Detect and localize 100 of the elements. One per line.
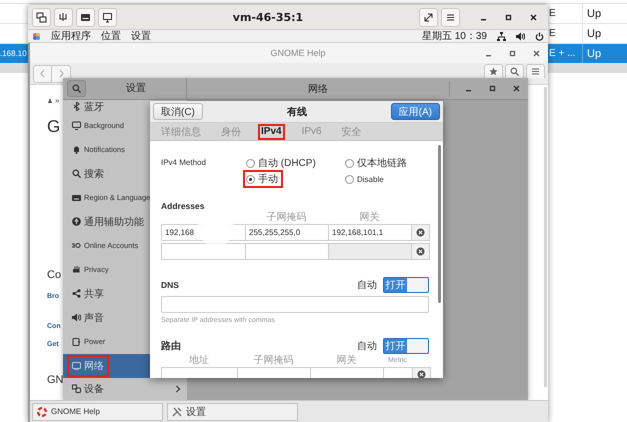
heading: G [47,117,60,137]
window-title: vm-46-35:1 [232,10,304,24]
radio-option[interactable]: 自动 (DHCP) [245,156,319,170]
switch-label: 自动 [357,340,377,353]
input-field[interactable] [237,367,310,378]
table-cell[interactable]: E + ... [548,44,582,63]
input-field[interactable] [161,367,237,378]
search-icon [72,84,81,93]
radio-option[interactable]: 手动 [245,172,281,186]
cancel-button[interactable]: 取消(C) [153,103,203,120]
table-cell[interactable]: Up [582,24,627,43]
back-icon [39,69,46,78]
table-cell[interactable]: E [548,24,582,43]
maximize-icon [504,14,512,20]
delete-button[interactable] [411,224,430,241]
menu-item[interactable]: 位置 [101,29,121,43]
section-label: DNS [161,280,179,290]
speaker-icon [516,32,525,40]
search-icon [72,169,81,178]
toggle-switch[interactable]: 打开 [383,277,429,293]
input-field[interactable]: 255,255,255,0 [245,224,328,241]
bookmark-button[interactable] [484,64,503,78]
column-header: 网关 [336,355,358,367]
monitor-icon [102,12,113,22]
highlight-frame: 设备 [67,378,109,400]
fullscreen-button[interactable] [419,8,438,26]
menu-icon [445,12,456,22]
heading: Co [47,268,62,282]
lifebuoy-icon [37,406,47,416]
input-field[interactable] [161,296,429,313]
sidebar-item[interactable]: 设备 [63,378,187,400]
remove-icon [416,247,425,256]
menu-icon [531,67,540,76]
forward-button[interactable] [52,64,71,82]
remove-icon [416,228,425,237]
close-icon [530,14,536,20]
menu-item[interactable]: 应用程序 [51,29,91,43]
switch-label: 自动 [357,279,377,292]
delete-button[interactable] [411,243,430,260]
keyboard-button[interactable] [76,8,95,26]
scrollbar[interactable] [544,87,547,387]
highlight-frame: 搜索 [67,162,109,184]
input-field[interactable] [161,243,245,260]
remove-icon [417,370,426,378]
menu-item[interactable]: 设置 [131,29,151,43]
network-icon [497,32,506,40]
search-button[interactable] [67,80,86,97]
menu-button[interactable] [441,8,460,26]
network-icon [72,361,81,370]
clock: 星期五 10：39 [422,30,487,43]
forward-icon [58,69,64,78]
input-field[interactable] [310,367,383,378]
radio-option[interactable]: 仅本地链路 [344,156,410,170]
maximize-icon [508,50,516,56]
input-field[interactable]: 192,168 [161,224,245,241]
highlight-frame: 声音 [67,306,109,328]
monitor-button[interactable] [98,8,117,26]
taskbar-item[interactable]: 设置 [167,402,298,420]
column-header: 子网掩码 [266,212,308,224]
windows-icon [36,12,47,22]
input-field[interactable] [383,367,412,378]
section-label: 路由 [161,340,181,353]
delete-button[interactable] [412,367,431,378]
field-label: IPv4 Method [161,157,207,169]
breadcrumb[interactable]: » [55,96,60,104]
accessibility-icon [72,217,81,226]
tab[interactable]: IPv4 [258,124,285,140]
bell-icon [72,145,81,154]
table-cell[interactable]: Up [582,4,627,23]
monitor-icon [72,121,81,130]
table-cell[interactable]: E [548,4,582,23]
section-label: Addresses [161,201,206,211]
menu-button[interactable] [526,64,545,78]
page-title: 网络 [307,82,329,96]
chevron-icon [175,384,181,392]
keyboard-icon [72,193,81,202]
bluetooth-icon [72,102,81,111]
radio-option[interactable]: Disable [344,172,387,186]
heading: GN [47,373,64,387]
close-icon [512,85,520,92]
input-field[interactable]: 192,168,101,1 [328,224,411,241]
expand-icon [423,12,434,22]
highlight-frame: 蓝牙 [67,100,109,118]
power-icon [535,32,544,40]
window-title: GNOME Help [269,48,326,58]
toggle-switch[interactable]: 打开 [383,338,429,354]
plug-button[interactable] [54,8,73,26]
input-field[interactable] [245,243,328,260]
windows-button[interactable] [32,8,51,26]
column-header: 网关 [358,212,380,224]
maximize-icon [488,85,496,92]
devices-icon [72,384,81,393]
taskbar-item[interactable]: GNOME Help [32,402,163,420]
apply-button[interactable]: 应用(A) [390,103,440,120]
table-cell[interactable]: Up [582,44,627,63]
table-cell[interactable]: .168.10 [0,44,28,63]
scrollbar[interactable] [438,145,441,303]
search-button[interactable] [505,64,524,78]
search-icon [510,67,519,76]
battery-icon [72,337,81,346]
